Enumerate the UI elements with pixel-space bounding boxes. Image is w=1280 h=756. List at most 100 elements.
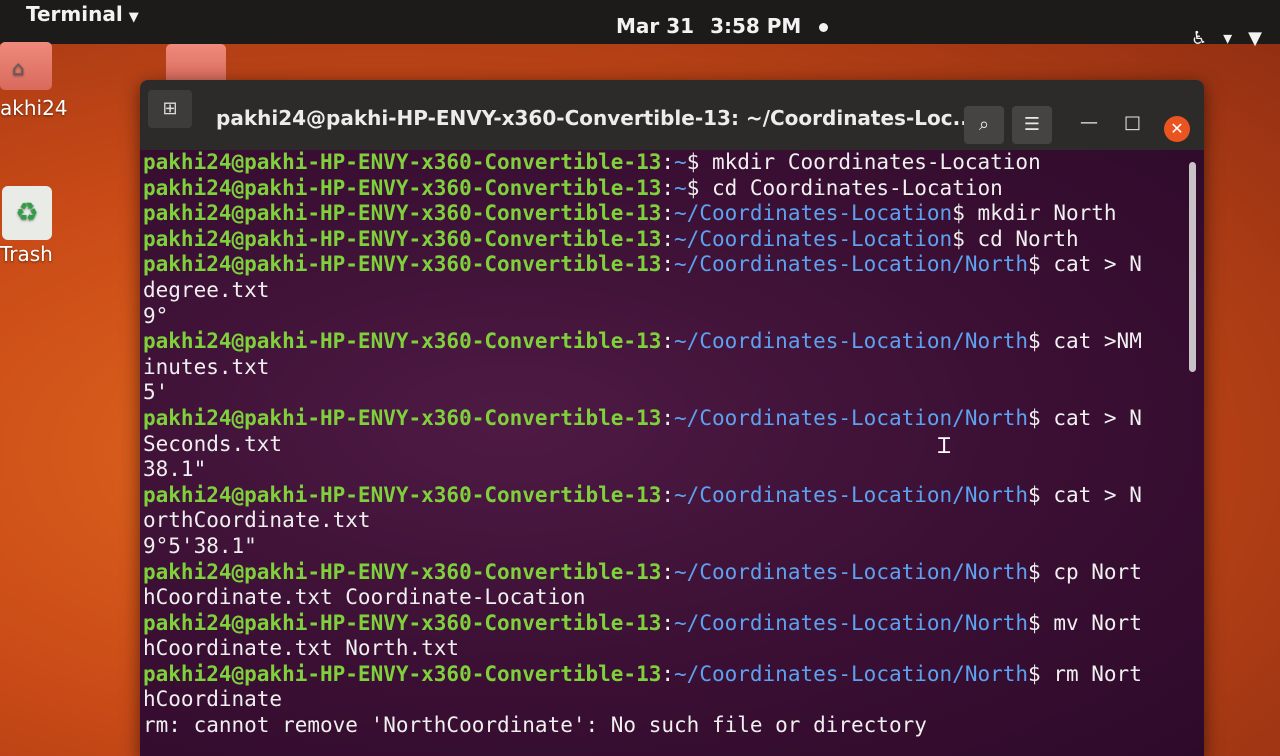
close-button[interactable]: ✕	[1164, 116, 1190, 142]
prompt-user-host: pakhi24@pakhi-HP-ENVY-x360-Convertible-1…	[143, 252, 662, 277]
prompt-separator: :	[661, 175, 675, 200]
app-menu[interactable]: Terminal ▼	[26, 2, 139, 26]
prompt-separator: :	[661, 226, 675, 251]
command-text: cat > N	[1040, 252, 1142, 277]
output-line: hCoordinate.txt Coordinate-Location	[143, 585, 586, 610]
prompt-user-host: pakhi24@pakhi-HP-ENVY-x360-Convertible-1…	[143, 559, 662, 584]
prompt-symbol: $	[1028, 661, 1041, 686]
command-text: cat > N	[1040, 482, 1142, 507]
command-text: cd Coordinates-Location	[699, 175, 1003, 200]
prompt-separator: :	[661, 482, 675, 507]
prompt-line: pakhi24@pakhi-HP-ENVY-x360-Convertible-1…	[143, 201, 1204, 227]
top-bar: Terminal ▼ Mar 31 3:58 PM ♿ ▾ ▼	[0, 0, 1280, 49]
command-text: mkdir Coordinates-Location	[699, 150, 1041, 174]
new-tab-button[interactable]: ⊞	[148, 90, 192, 128]
prompt-path: ~/Coordinates-Location/North	[674, 559, 1029, 584]
output-line: 5'	[143, 380, 169, 405]
prompt-line: pakhi24@pakhi-HP-ENVY-x360-Convertible-1…	[143, 560, 1204, 586]
command-text: cp Nort	[1040, 559, 1142, 584]
chevron-down-icon[interactable]: ▾	[1223, 28, 1232, 49]
wifi-icon[interactable]: ▼	[1248, 28, 1262, 49]
prompt-path: ~/Coordinates-Location/North	[674, 482, 1029, 507]
prompt-symbol: $	[952, 201, 965, 226]
prompt-path: ~/Coordinates-Location	[674, 226, 953, 251]
output-line: 9°5'38.1"	[143, 533, 257, 558]
prompt-user-host: pakhi24@pakhi-HP-ENVY-x360-Convertible-1…	[143, 226, 662, 251]
trash-label: Trash	[0, 242, 53, 266]
prompt-symbol: $	[1028, 405, 1041, 430]
system-tray[interactable]: ♿ ▾ ▼	[1175, 28, 1262, 49]
prompt-line: pakhi24@pakhi-HP-ENVY-x360-Convertible-1…	[143, 252, 1204, 278]
prompt-user-host: pakhi24@pakhi-HP-ENVY-x360-Convertible-1…	[143, 201, 662, 226]
output-line: hCoordinate	[143, 687, 283, 712]
text-cursor-icon: Ɪ	[938, 434, 951, 459]
prompt-line: pakhi24@pakhi-HP-ENVY-x360-Convertible-1…	[143, 406, 1204, 432]
prompt-symbol: $	[1028, 252, 1041, 277]
prompt-path: ~/Coordinates-Location/North	[674, 661, 1029, 686]
prompt-user-host: pakhi24@pakhi-HP-ENVY-x360-Convertible-1…	[143, 405, 662, 430]
output-line: inutes.txt	[143, 354, 270, 379]
prompt-separator: :	[661, 405, 675, 430]
clock[interactable]: Mar 31 3:58 PM	[616, 14, 829, 38]
command-text: cat >NM	[1040, 329, 1142, 354]
window-title: pakhi24@pakhi-HP-ENVY-x360-Convertible-1…	[216, 106, 976, 130]
prompt-user-host: pakhi24@pakhi-HP-ENVY-x360-Convertible-1…	[143, 175, 662, 200]
prompt-separator: :	[661, 201, 675, 226]
prompt-user-host: pakhi24@pakhi-HP-ENVY-x360-Convertible-1…	[143, 329, 662, 354]
desktop-trash-icon[interactable]: ♻ Trash	[0, 186, 53, 266]
prompt-symbol: $	[952, 226, 965, 251]
desktop-home-icon[interactable]: ⌂ akhi24	[0, 42, 80, 120]
clock-time: 3:58 PM	[710, 14, 802, 38]
search-button[interactable]: ⌕	[964, 106, 1004, 144]
prompt-line: pakhi24@pakhi-HP-ENVY-x360-Convertible-1…	[143, 483, 1204, 509]
minimize-button[interactable]: —	[1080, 112, 1098, 133]
terminal-window: ⊞ pakhi24@pakhi-HP-ENVY-x360-Convertible…	[140, 80, 1204, 756]
output-line: orthCoordinate.txt	[143, 508, 371, 533]
output-line: 9°	[143, 303, 169, 328]
prompt-symbol: $	[1028, 559, 1041, 584]
title-bar[interactable]: ⊞ pakhi24@pakhi-HP-ENVY-x360-Convertible…	[140, 80, 1204, 150]
home-label: akhi24	[0, 96, 68, 120]
prompt-symbol: $	[1028, 610, 1041, 635]
output-line: rm: cannot remove 'NorthCoordinate': No …	[143, 713, 927, 738]
output-line: degree.txt	[143, 277, 270, 302]
command-text: rm Nort	[1040, 661, 1142, 686]
menu-button[interactable]: ☰	[1012, 106, 1052, 144]
output-line: hCoordinate.txt North.txt	[143, 636, 460, 661]
prompt-line: pakhi24@pakhi-HP-ENVY-x360-Convertible-1…	[143, 150, 1204, 176]
prompt-path: ~/Coordinates-Location/North	[674, 405, 1029, 430]
desktop-folder-icon[interactable]	[166, 44, 226, 84]
prompt-symbol: $	[1028, 482, 1041, 507]
notification-dot-icon	[819, 23, 829, 32]
prompt-line: pakhi24@pakhi-HP-ENVY-x360-Convertible-1…	[143, 329, 1204, 355]
output-line: Seconds.txt	[143, 431, 283, 456]
prompt-path: ~/Coordinates-Location/North	[674, 252, 1029, 277]
output-line: 38.1"	[143, 457, 207, 482]
prompt-path: ~	[674, 150, 687, 174]
prompt-separator: :	[661, 329, 675, 354]
scrollbar[interactable]	[1189, 162, 1196, 372]
prompt-line: pakhi24@pakhi-HP-ENVY-x360-Convertible-1…	[143, 227, 1204, 253]
terminal-output[interactable]: pakhi24@pakhi-HP-ENVY-x360-Convertible-1…	[140, 150, 1204, 756]
trash-icon: ♻	[2, 186, 52, 240]
command-text: cd North	[964, 226, 1079, 251]
prompt-separator: :	[661, 252, 675, 277]
hamburger-icon: ☰	[1023, 114, 1041, 135]
accessibility-icon[interactable]: ♿	[1191, 28, 1207, 49]
prompt-path: ~/Coordinates-Location	[674, 201, 953, 226]
prompt-user-host: pakhi24@pakhi-HP-ENVY-x360-Convertible-1…	[143, 661, 662, 686]
prompt-separator: :	[661, 559, 675, 584]
prompt-separator: :	[661, 150, 675, 174]
command-text: mv Nort	[1040, 610, 1142, 635]
command-text: mkdir North	[964, 201, 1117, 226]
prompt-path: ~/Coordinates-Location/North	[674, 329, 1029, 354]
prompt-separator: :	[661, 610, 675, 635]
maximize-button[interactable]: □	[1124, 112, 1141, 133]
prompt-symbol: $	[686, 150, 700, 174]
prompt-symbol: $	[1028, 329, 1041, 354]
clock-date: Mar 31	[616, 14, 695, 38]
prompt-user-host: pakhi24@pakhi-HP-ENVY-x360-Convertible-1…	[143, 610, 662, 635]
prompt-line: pakhi24@pakhi-HP-ENVY-x360-Convertible-1…	[143, 176, 1204, 202]
app-menu-label: Terminal	[26, 2, 123, 26]
search-icon: ⌕	[978, 114, 990, 135]
